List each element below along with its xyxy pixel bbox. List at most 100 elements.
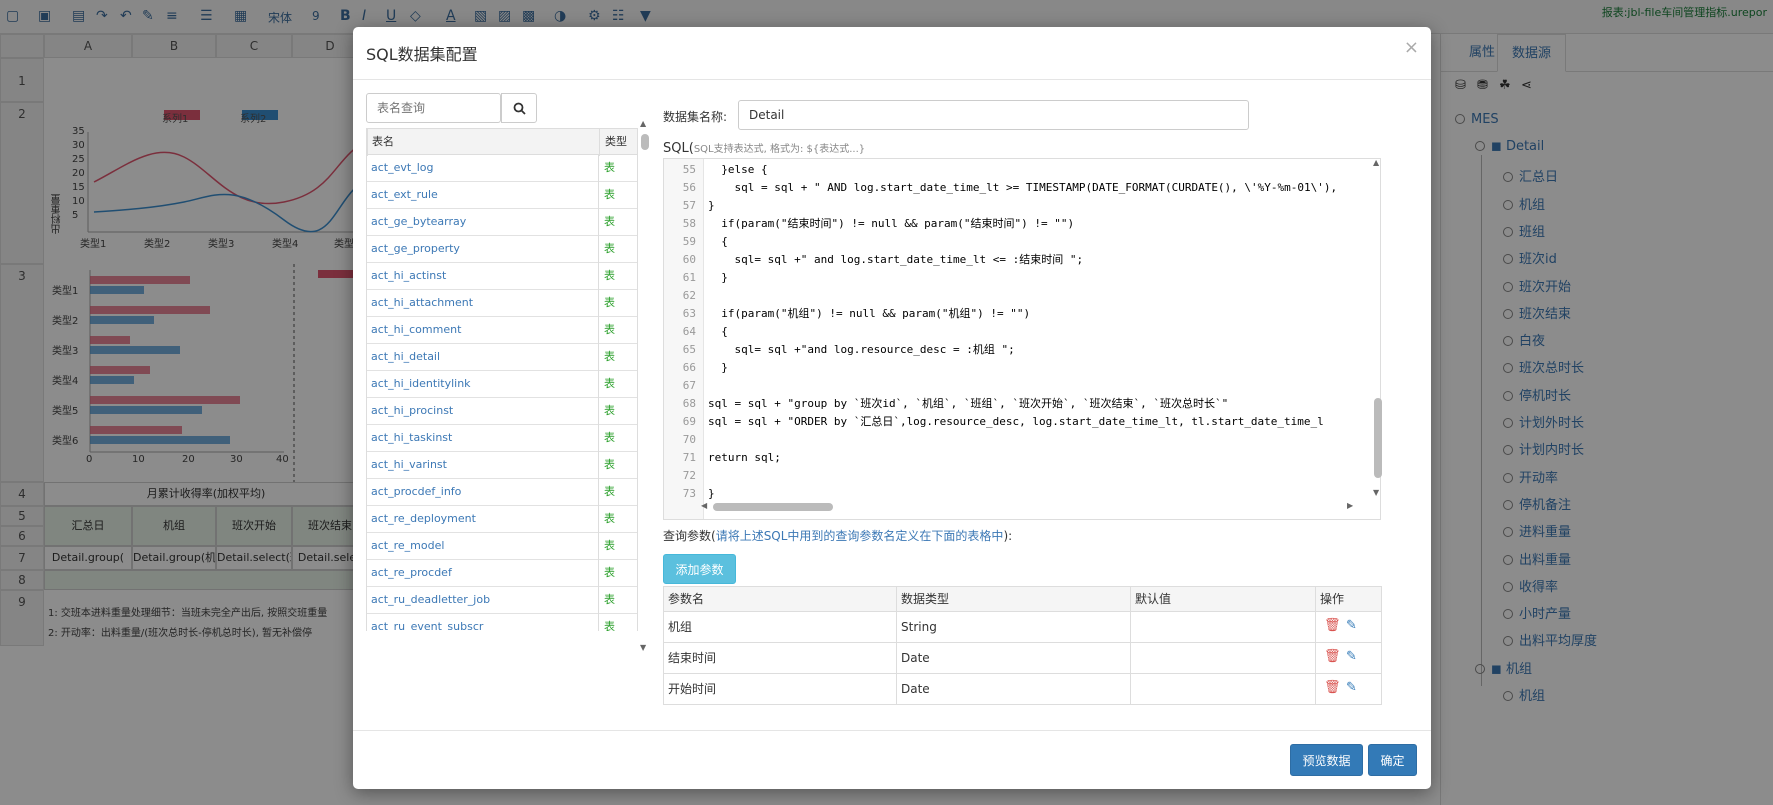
code-line[interactable]: 72	[664, 467, 1380, 485]
code-line[interactable]: 59 {	[664, 233, 1380, 251]
table-list-item[interactable]: act_re_deployment 表	[366, 506, 638, 533]
code-line[interactable]: 67	[664, 377, 1380, 395]
code-line[interactable]: 71 return sql;	[664, 449, 1380, 467]
code-text[interactable]: sql = sql + "ORDER by `汇总日`,log.resource…	[708, 413, 1324, 431]
scroll-up-icon[interactable]: ▲	[640, 119, 646, 128]
code-line[interactable]: 69 sql = sql + "ORDER by `汇总日`,log.resour…	[664, 413, 1380, 431]
code-text[interactable]: }	[708, 269, 728, 287]
scroll-up-icon[interactable]: ▲	[1373, 158, 1379, 167]
code-text[interactable]: }	[708, 359, 728, 377]
edit-icon[interactable]: ✎	[1346, 680, 1357, 695]
param-name[interactable]: 结束时间	[663, 643, 896, 673]
code-line[interactable]: 68 sql = sql + "group by `班次id`, `机组`, `班…	[664, 395, 1380, 413]
code-line[interactable]: 56 sql = sql + " AND log.start_date_time…	[664, 179, 1380, 197]
table-list-item[interactable]: act_hi_comment 表	[366, 317, 638, 344]
table-search-input[interactable]	[366, 93, 501, 123]
code-line[interactable]: 70	[664, 431, 1380, 449]
table-name[interactable]: act_ge_property	[366, 236, 599, 263]
table-name[interactable]: act_ge_bytearray	[366, 209, 599, 236]
table-list-item[interactable]: act_procdef_info 表	[366, 479, 638, 506]
ok-button[interactable]: 确定	[1368, 744, 1417, 776]
table-list-item[interactable]: act_hi_detail 表	[366, 344, 638, 371]
table-name[interactable]: act_hi_actinst	[366, 263, 599, 290]
code-text[interactable]: {	[708, 323, 728, 341]
param-type[interactable]: String	[896, 612, 1130, 642]
table-list-item[interactable]: act_hi_attachment 表	[366, 290, 638, 317]
code-line[interactable]: 63 if(param("机组") != null && param("机组")…	[664, 305, 1380, 323]
code-text[interactable]: }	[708, 197, 715, 215]
table-name[interactable]: act_hi_taskinst	[366, 425, 599, 452]
search-button[interactable]	[501, 93, 537, 123]
code-text[interactable]: }else {	[708, 161, 767, 179]
editor-horizontal-scrollbar[interactable]: ◀ ▶	[701, 501, 1357, 512]
code-text[interactable]: sql= sql +" and log.start_date_time_lt <…	[708, 251, 1083, 269]
edit-icon[interactable]: ✎	[1346, 618, 1357, 633]
code-text[interactable]: {	[708, 233, 728, 251]
table-name[interactable]: act_hi_procinst	[366, 398, 599, 425]
code-text[interactable]: return sql;	[708, 449, 781, 467]
table-list-item[interactable]: act_hi_identitylink 表	[366, 371, 638, 398]
table-name[interactable]: act_re_deployment	[366, 506, 599, 533]
code-text[interactable]: sql= sql +"and log.resource_desc = :机组 "…	[708, 341, 1014, 359]
scroll-down-icon[interactable]: ▼	[1373, 488, 1379, 497]
table-list-scrollbar[interactable]: ▲ ▼	[640, 119, 650, 654]
code-text[interactable]: sql = sql + " AND log.start_date_time_lt…	[708, 179, 1337, 197]
code-line[interactable]: 73}	[664, 485, 1380, 503]
trash-icon[interactable]: 🗑	[1324, 618, 1341, 633]
table-name[interactable]: act_re_procdef	[366, 560, 599, 587]
table-name[interactable]: act_ru_deadletter_job	[366, 587, 599, 614]
code-text[interactable]: if(param("结束时间") != null && param("结束时间"…	[708, 215, 1074, 233]
table-list-item[interactable]: act_ru_event_subscr 表	[366, 614, 638, 631]
table-list-item[interactable]: act_re_model 表	[366, 533, 638, 560]
table-list-item[interactable]: act_ru_deadletter_job 表	[366, 587, 638, 614]
close-icon[interactable]: ×	[1404, 37, 1419, 58]
table-list-item[interactable]: act_hi_procinst 表	[366, 398, 638, 425]
code-line[interactable]: 57}	[664, 197, 1380, 215]
table-list-item[interactable]: act_hi_actinst 表	[366, 263, 638, 290]
add-param-button[interactable]: 添加参数	[663, 554, 736, 584]
param-default[interactable]	[1130, 674, 1315, 704]
sql-editor[interactable]: 55 }else {56 sql = sql + " AND log.start…	[663, 158, 1381, 520]
param-name[interactable]: 开始时间	[663, 674, 896, 704]
code-text[interactable]: }	[708, 485, 715, 503]
param-name[interactable]: 机组	[663, 612, 896, 642]
table-name[interactable]: act_re_model	[366, 533, 599, 560]
trash-icon[interactable]: 🗑	[1324, 649, 1341, 664]
preview-data-button[interactable]: 预览数据	[1290, 744, 1363, 776]
scroll-down-icon[interactable]: ▼	[640, 643, 646, 652]
table-list-item[interactable]: act_re_procdef 表	[366, 560, 638, 587]
code-text[interactable]: sql = sql + "group by `班次id`, `机组`, `班组`…	[708, 395, 1228, 413]
table-name[interactable]: act_hi_comment	[366, 317, 599, 344]
dataset-name-input[interactable]	[738, 100, 1249, 130]
table-list-item[interactable]: act_ge_property 表	[366, 236, 638, 263]
table-list-item[interactable]: act_ext_rule 表	[366, 182, 638, 209]
scroll-right-icon[interactable]: ▶	[1347, 501, 1353, 510]
code-line[interactable]: 66 }	[664, 359, 1380, 377]
param-default[interactable]	[1130, 612, 1315, 642]
table-name[interactable]: act_evt_log	[366, 155, 599, 182]
edit-icon[interactable]: ✎	[1346, 649, 1357, 664]
code-text[interactable]: if(param("机组") != null && param("机组") !=…	[708, 305, 1030, 323]
code-line[interactable]: 55 }else {	[664, 161, 1380, 179]
table-list-item[interactable]: act_hi_varinst 表	[366, 452, 638, 479]
scroll-left-icon[interactable]: ◀	[701, 501, 707, 510]
code-line[interactable]: 64 {	[664, 323, 1380, 341]
table-list-item[interactable]: act_hi_taskinst 表	[366, 425, 638, 452]
code-line[interactable]: 61 }	[664, 269, 1380, 287]
code-line[interactable]: 60 sql= sql +" and log.start_date_time_l…	[664, 251, 1380, 269]
trash-icon[interactable]: 🗑	[1324, 680, 1341, 695]
param-type[interactable]: Date	[896, 643, 1130, 673]
table-name[interactable]: act_procdef_info	[366, 479, 599, 506]
param-default[interactable]	[1130, 643, 1315, 673]
scroll-thumb[interactable]	[713, 503, 833, 511]
table-list-item[interactable]: act_evt_log 表	[366, 155, 638, 182]
editor-vertical-scrollbar[interactable]: ▲ ▼	[1373, 158, 1383, 498]
table-name[interactable]: act_ru_event_subscr	[366, 614, 599, 631]
table-name[interactable]: act_hi_identitylink	[366, 371, 599, 398]
table-name[interactable]: act_hi_detail	[366, 344, 599, 371]
table-name[interactable]: act_hi_varinst	[366, 452, 599, 479]
scroll-thumb[interactable]	[641, 134, 649, 150]
table-name[interactable]: act_hi_attachment	[366, 290, 599, 317]
code-line[interactable]: 65 sql= sql +"and log.resource_desc = :机…	[664, 341, 1380, 359]
table-list-item[interactable]: act_ge_bytearray 表	[366, 209, 638, 236]
